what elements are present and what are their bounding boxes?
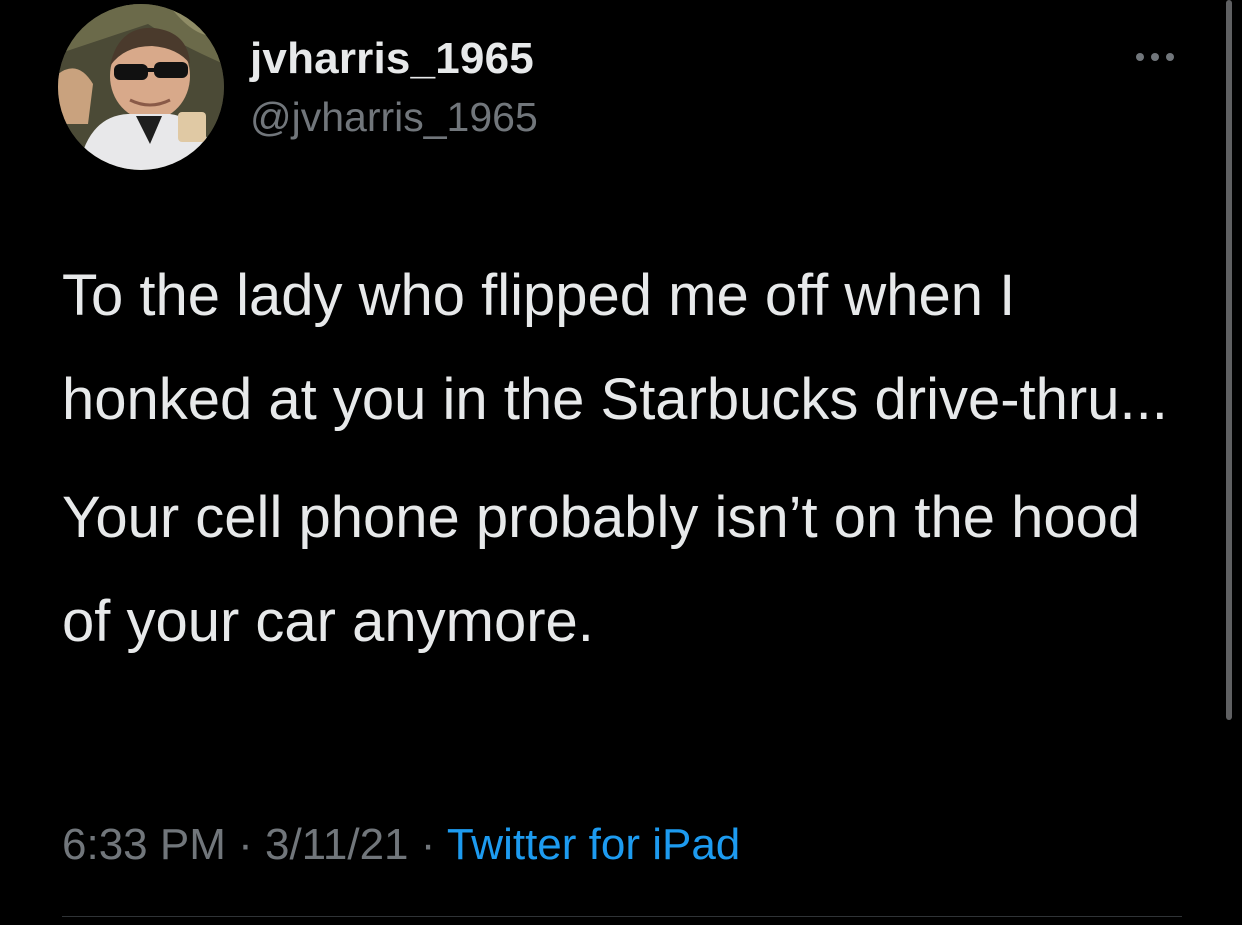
tweet-time[interactable]: 6:33 PM <box>62 820 226 869</box>
tweet-text: To the lady who flipped me off when I ho… <box>62 244 1182 674</box>
tweet-paragraph: Your cell phone probably isn’t on the ho… <box>62 485 1141 654</box>
ellipsis-icon <box>1136 53 1144 61</box>
tweet: jvharris_1965 @jvharris_1965 To the lady… <box>0 0 1242 925</box>
display-name[interactable]: jvharris_1965 <box>250 34 534 84</box>
meta-separator: · <box>225 820 265 869</box>
meta-separator: · <box>408 820 447 869</box>
profile-photo-icon <box>58 4 224 170</box>
ellipsis-icon <box>1151 53 1159 61</box>
scrollbar[interactable] <box>1226 0 1232 720</box>
ellipsis-icon <box>1166 53 1174 61</box>
user-handle[interactable]: @jvharris_1965 <box>250 94 538 141</box>
more-options-button[interactable] <box>1128 42 1182 72</box>
tweet-date[interactable]: 3/11/21 <box>265 820 409 869</box>
tweet-source-link[interactable]: Twitter for iPad <box>447 820 740 869</box>
divider <box>62 916 1182 917</box>
avatar[interactable] <box>58 4 224 170</box>
tweet-paragraph: To the lady who flipped me off when I ho… <box>62 263 1168 432</box>
tweet-metadata: 6:33 PM · 3/11/21 · Twitter for iPad <box>62 820 740 870</box>
